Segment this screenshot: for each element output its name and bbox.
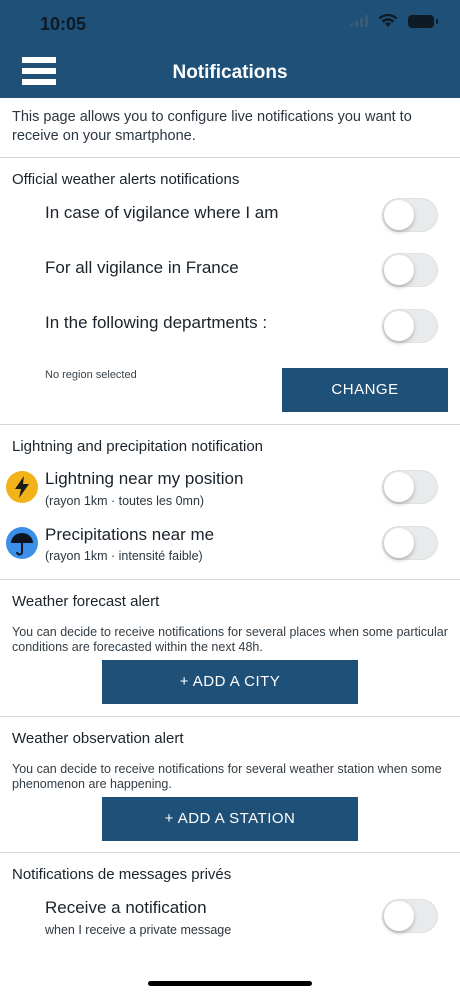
private-message-toggle[interactable]	[382, 899, 438, 933]
observation-alert-desc: You can decide to receive notifications …	[12, 762, 442, 791]
signal-icon	[350, 15, 368, 27]
forecast-alert-desc: You can decide to receive notifications …	[12, 625, 448, 654]
toggle-knob	[384, 311, 414, 341]
status-icons	[350, 14, 438, 28]
add-city-button[interactable]: + ADD A CITY	[102, 660, 358, 704]
status-time: 10:05	[40, 14, 87, 34]
toggle-knob	[384, 200, 414, 230]
umbrella-icon	[6, 527, 38, 559]
vigilance-where-i-am-label: In case of vigilance where I am	[45, 203, 279, 222]
lightning-section-title: Lightning and precipitation notification	[12, 438, 264, 455]
lightning-icon	[6, 471, 38, 503]
private-message-sub: when I receive a private message	[45, 923, 232, 937]
lightning-near-toggle[interactable]	[382, 470, 438, 504]
page-title: Notifications	[172, 62, 288, 83]
toggle-knob	[384, 255, 414, 285]
observation-alert-title: Weather observation alert	[12, 730, 184, 747]
precipitation-near-label: Precipitations near me	[45, 525, 215, 544]
battery-icon	[408, 14, 438, 28]
vigilance-france-toggle[interactable]	[382, 253, 438, 287]
home-indicator	[148, 981, 312, 986]
divider	[0, 157, 460, 158]
toggle-knob	[384, 472, 414, 502]
app-header: 10:05 Notifications	[0, 0, 460, 98]
precipitation-near-sub: (rayon 1km · intensité faible)	[45, 549, 203, 563]
divider	[0, 579, 460, 580]
vigilance-where-i-am-toggle[interactable]	[382, 198, 438, 232]
divider	[0, 716, 460, 717]
vigilance-france-label: For all vigilance in France	[45, 258, 239, 277]
change-button[interactable]: CHANGE	[282, 368, 448, 412]
private-message-label: Receive a notification	[45, 898, 207, 917]
departments-label: In the following departments :	[45, 313, 268, 332]
precipitation-near-toggle[interactable]	[382, 526, 438, 560]
lightning-near-sub: (rayon 1km · toutes les 0mn)	[45, 494, 205, 508]
add-station-button[interactable]: + ADD A STATION	[102, 797, 358, 841]
forecast-alert-title: Weather forecast alert	[12, 593, 160, 610]
official-alerts-title: Official weather alerts notifications	[12, 171, 240, 188]
departments-toggle[interactable]	[382, 309, 438, 343]
toggle-knob	[384, 901, 414, 931]
private-messages-title: Notifications de messages privés	[12, 866, 232, 883]
lightning-near-label: Lightning near my position	[45, 469, 244, 488]
toggle-knob	[384, 528, 414, 558]
intro-text: This page allows you to configure live n…	[12, 109, 412, 144]
wifi-icon	[378, 14, 398, 27]
region-status: No region selected	[45, 369, 137, 381]
divider	[0, 852, 460, 853]
divider	[0, 424, 460, 425]
